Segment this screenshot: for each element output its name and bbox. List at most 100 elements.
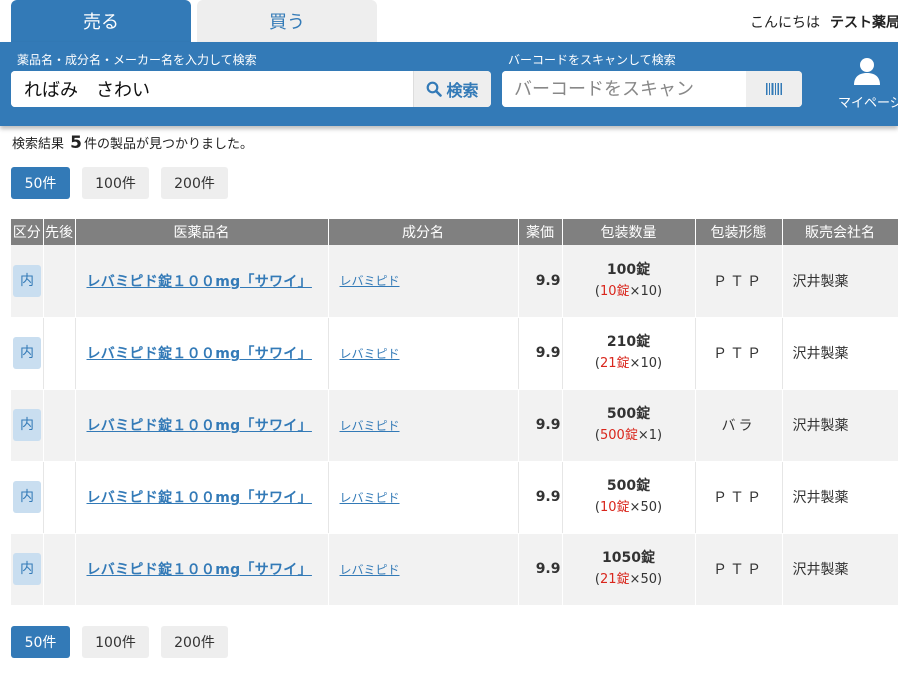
summary-suffix: 件の製品が見つかりました。 bbox=[84, 137, 254, 152]
qty-detail: (21錠×10) bbox=[594, 355, 663, 371]
drug-name-link[interactable]: レバミピド錠１００mg「サワイ」 bbox=[87, 490, 312, 506]
package-qty-cell: 1050錠 (21錠×50) bbox=[562, 533, 696, 606]
per-page-100-button[interactable]: 100件 bbox=[82, 167, 149, 199]
table-row[interactable]: 内 レバミピド錠１００mg「サワイ」 レバミピド 9.9 500錠 (10錠×5… bbox=[11, 461, 898, 534]
per-page-50-button[interactable]: 50件 bbox=[11, 626, 70, 658]
table-row[interactable]: 内 レバミピド錠１００mg「サワイ」 レバミピド 9.9 1050錠 (21錠×… bbox=[11, 533, 898, 606]
tab-sell[interactable]: 売る bbox=[11, 0, 191, 42]
col-header-category[interactable]: 区分 bbox=[11, 219, 44, 245]
qty-detail: (500錠×1) bbox=[594, 427, 663, 443]
barcode-label: バーコードをスキャンして検索 bbox=[508, 53, 676, 67]
ingredient-link[interactable]: レバミピド bbox=[340, 491, 400, 505]
col-header-ingredient[interactable]: 成分名 bbox=[328, 219, 519, 245]
price-cell: 9.9 bbox=[518, 317, 563, 390]
barcode-icon bbox=[766, 83, 782, 95]
per-page-200-button[interactable]: 200件 bbox=[161, 167, 228, 199]
search-box: 検索 bbox=[11, 71, 491, 107]
summary-prefix: 検索結果 bbox=[12, 137, 65, 152]
order-cell bbox=[43, 533, 76, 606]
search-button[interactable]: 検索 bbox=[413, 71, 491, 107]
col-header-package-qty[interactable]: 包装数量 bbox=[562, 219, 696, 245]
maker-cell: 沢井製薬 bbox=[782, 317, 898, 390]
qty-detail: (10錠×10) bbox=[594, 283, 663, 299]
qty-total: 500錠 bbox=[606, 478, 651, 495]
per-page-50-button[interactable]: 50件 bbox=[11, 167, 70, 199]
order-cell bbox=[43, 245, 76, 318]
table-row[interactable]: 内 レバミピド錠１００mg「サワイ」 レバミピド 9.9 500錠 (500錠×… bbox=[11, 389, 898, 462]
greeting-text: こんにちは bbox=[750, 15, 820, 31]
result-count: 5 bbox=[70, 133, 82, 153]
drug-name-link[interactable]: レバミピド錠１００mg「サワイ」 bbox=[87, 418, 312, 434]
drug-name-link[interactable]: レバミピド錠１００mg「サワイ」 bbox=[87, 274, 312, 290]
package-form-cell: ＰＴＰ bbox=[695, 317, 783, 390]
ingredient-link[interactable]: レバミピド bbox=[340, 563, 400, 577]
top-tab-bar: 売る 買う こんにちは テスト薬局 bbox=[0, 0, 898, 42]
tab-buy[interactable]: 買う bbox=[197, 0, 377, 42]
pharmacy-name: テスト薬局 bbox=[830, 15, 898, 31]
ingredient-link[interactable]: レバミピド bbox=[340, 347, 400, 361]
category-badge: 内 bbox=[13, 481, 41, 513]
search-header: 薬品名・成分名・メーカー名を入力して検索 検索 バーコードをスキャンして検索 bbox=[0, 42, 898, 126]
qty-unit: 21錠 bbox=[600, 571, 630, 587]
table-header-row: 区分 先後 医薬品名 成分名 薬価 包装数量 包装形態 販売会社名 bbox=[11, 219, 898, 245]
price-cell: 9.9 bbox=[518, 389, 563, 462]
drug-name-link[interactable]: レバミピド錠１００mg「サワイ」 bbox=[87, 346, 312, 362]
order-cell bbox=[43, 461, 76, 534]
mypage-button[interactable]: マイページ bbox=[834, 56, 898, 111]
user-greeting: こんにちは テスト薬局 bbox=[750, 12, 898, 32]
category-badge: 内 bbox=[13, 264, 41, 297]
search-input[interactable] bbox=[11, 71, 413, 107]
search-label: 薬品名・成分名・メーカー名を入力して検索 bbox=[17, 53, 257, 67]
results-table: 区分 先後 医薬品名 成分名 薬価 包装数量 包装形態 販売会社名 内 レバミピ… bbox=[11, 219, 898, 606]
barcode-input[interactable] bbox=[502, 71, 746, 107]
package-qty-cell: 500錠 (500錠×1) bbox=[562, 389, 696, 462]
order-cell bbox=[43, 389, 76, 462]
col-header-order[interactable]: 先後 bbox=[43, 219, 76, 245]
barcode-box bbox=[502, 71, 802, 107]
qty-unit: 10錠 bbox=[600, 499, 630, 515]
qty-multiplier: ×50 bbox=[629, 571, 657, 587]
package-qty-cell: 210錠 (21錠×10) bbox=[562, 317, 696, 390]
package-qty-cell: 100錠 (10錠×10) bbox=[562, 245, 696, 318]
table-row[interactable]: 内 レバミピド錠１００mg「サワイ」 レバミピド 9.9 210錠 (21錠×1… bbox=[11, 317, 898, 390]
search-button-label: 検索 bbox=[446, 81, 479, 100]
price-cell: 9.9 bbox=[518, 461, 563, 534]
results-summary: 検索結果 5 件の製品が見つかりました。 bbox=[12, 133, 253, 153]
maker-cell: 沢井製薬 bbox=[782, 533, 898, 606]
col-header-maker[interactable]: 販売会社名 bbox=[782, 219, 898, 245]
ingredient-link[interactable]: レバミピド bbox=[340, 274, 400, 288]
per-page-selector-top: 50件 100件 200件 bbox=[11, 167, 228, 199]
qty-detail: (10錠×50) bbox=[594, 499, 663, 515]
package-form-cell: バラ bbox=[695, 389, 783, 462]
qty-unit: 10錠 bbox=[600, 283, 630, 299]
price-cell: 9.9 bbox=[518, 533, 563, 606]
search-icon bbox=[427, 81, 443, 97]
col-header-package-form[interactable]: 包装形態 bbox=[695, 219, 783, 245]
per-page-100-button[interactable]: 100件 bbox=[82, 626, 149, 658]
qty-multiplier: ×50 bbox=[629, 499, 657, 515]
qty-unit: 21錠 bbox=[600, 355, 630, 371]
maker-cell: 沢井製薬 bbox=[782, 461, 898, 534]
barcode-scan-button[interactable] bbox=[746, 71, 802, 107]
qty-total: 100錠 bbox=[606, 262, 651, 279]
package-form-cell: ＰＴＰ bbox=[695, 245, 783, 318]
per-page-200-button[interactable]: 200件 bbox=[161, 626, 228, 658]
table-row[interactable]: 内 レバミピド錠１００mg「サワイ」 レバミピド 9.9 100錠 (10錠×1… bbox=[11, 245, 898, 318]
qty-multiplier: ×10 bbox=[629, 283, 657, 299]
ingredient-link[interactable]: レバミピド bbox=[340, 419, 400, 433]
user-icon bbox=[854, 58, 880, 85]
per-page-selector-bottom: 50件 100件 200件 bbox=[11, 626, 228, 658]
col-header-price[interactable]: 薬価 bbox=[518, 219, 563, 245]
qty-total: 210錠 bbox=[606, 334, 651, 351]
qty-total: 500錠 bbox=[606, 406, 651, 423]
col-header-drug-name[interactable]: 医薬品名 bbox=[75, 219, 329, 245]
qty-detail: (21錠×50) bbox=[594, 571, 663, 587]
qty-total: 1050錠 bbox=[602, 550, 655, 567]
category-badge: 内 bbox=[13, 553, 41, 585]
qty-unit: 500錠 bbox=[600, 427, 638, 443]
drug-name-link[interactable]: レバミピド錠１００mg「サワイ」 bbox=[87, 562, 312, 578]
package-form-cell: ＰＴＰ bbox=[695, 533, 783, 606]
package-qty-cell: 500錠 (10錠×50) bbox=[562, 461, 696, 534]
price-cell: 9.9 bbox=[518, 245, 563, 318]
mypage-label: マイページ bbox=[838, 96, 898, 111]
